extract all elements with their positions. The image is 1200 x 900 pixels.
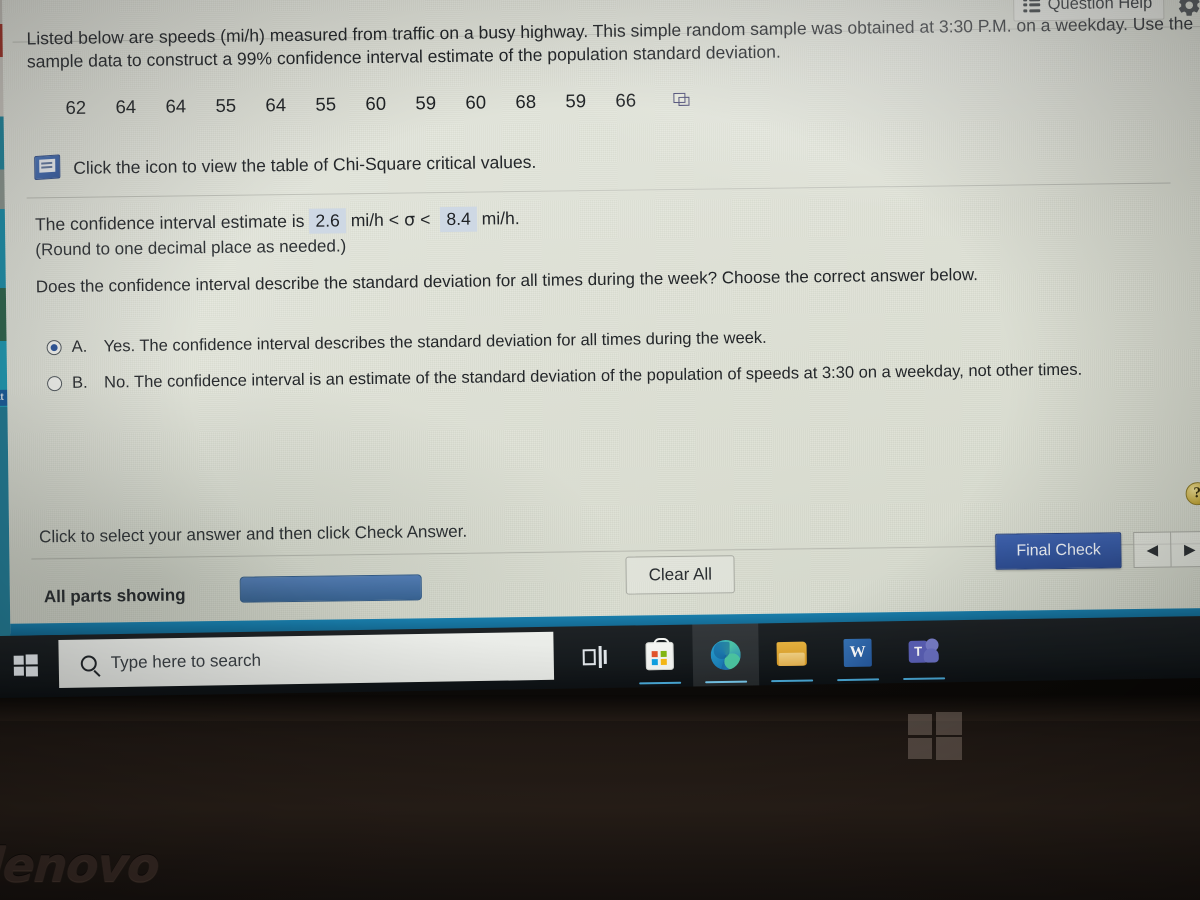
- file-explorer-icon[interactable]: [758, 622, 825, 685]
- radio-button-b[interactable]: [47, 376, 63, 392]
- choice-text-b: No. The confidence interval is an estima…: [103, 360, 1083, 392]
- book-icon[interactable]: [34, 154, 62, 182]
- data-value: 60: [465, 91, 487, 113]
- photograph-of-laptop-screen: lenovo at Question Help Listed below are…: [0, 0, 1200, 900]
- microsoft-teams-icon[interactable]: T: [890, 620, 957, 683]
- choice-text-a: Yes. The confidence interval describes t…: [103, 328, 767, 356]
- final-check-button[interactable]: Final Check: [995, 532, 1123, 570]
- taskbar-search-input[interactable]: Type here to search: [58, 631, 555, 689]
- answer-choice-b[interactable]: B. No. The confidence interval is an est…: [47, 361, 1082, 394]
- data-value: 64: [265, 94, 287, 116]
- answer-choice-a[interactable]: A. Yes. The confidence interval describe…: [46, 328, 767, 357]
- confidence-interval-line: The confidence interval estimate is 2.6 …: [35, 206, 520, 237]
- section-divider: [26, 182, 1171, 199]
- popout-to-spreadsheet-icon[interactable]: [673, 92, 690, 107]
- previous-question-button[interactable]: ◀: [1133, 531, 1172, 569]
- search-placeholder: Type here to search: [110, 650, 262, 673]
- all-parts-showing-label: All parts showing: [43, 585, 186, 607]
- lower-unit-label: mi/h: [350, 209, 384, 231]
- check-answer-button[interactable]: [239, 574, 422, 603]
- next-question-button[interactable]: ▶: [1171, 531, 1200, 568]
- lenovo-brand-logo: lenovo: [0, 838, 161, 893]
- laptop-screen: at Question Help Listed below are speeds…: [0, 0, 1200, 710]
- inequality-left: <: [388, 209, 400, 230]
- windows-start-icon[interactable]: [2, 645, 49, 686]
- rounding-note: (Round to one decimal place as needed.): [35, 236, 347, 260]
- search-icon: [80, 655, 97, 672]
- sample-data-row: 62 64 64 55 64 55 60 59 60 68 59 66: [65, 89, 690, 119]
- data-value: 59: [565, 90, 587, 112]
- microsoft-store-icon[interactable]: [626, 625, 693, 688]
- problem-prompt: Listed below are speeds (mi/h) measured …: [26, 13, 1194, 72]
- data-value: 55: [315, 93, 337, 115]
- microsoft-edge-icon[interactable]: [692, 623, 760, 687]
- instruction-hint: Click to select your answer and then cli…: [38, 521, 468, 547]
- data-value: 59: [415, 92, 437, 114]
- windows-logo-emblem: [908, 712, 962, 760]
- radio-button-a[interactable]: [46, 340, 62, 356]
- task-view-icon[interactable]: [560, 626, 627, 689]
- sigma-symbol: σ: [403, 210, 416, 231]
- laptop-keyboard-deck: [0, 695, 1200, 900]
- taskbar-icon-group: W T: [560, 620, 957, 689]
- word-letter: W: [843, 638, 872, 667]
- data-value: 66: [615, 89, 637, 111]
- upper-unit-label: mi/h.: [481, 208, 520, 229]
- inequality-right: <: [420, 209, 431, 230]
- data-value: 68: [515, 90, 537, 113]
- sub-question-text: Does the confidence interval describe th…: [35, 265, 979, 297]
- microsoft-word-icon[interactable]: W: [824, 621, 891, 684]
- mymathlab-exercise-pane: Question Help Listed below are speeds (m…: [2, 0, 1200, 634]
- data-value: 55: [215, 94, 237, 117]
- help-badge-icon[interactable]: ?: [1185, 482, 1200, 506]
- data-value: 62: [65, 96, 87, 118]
- lower-bound-input[interactable]: 2.6: [309, 208, 346, 234]
- chi-square-table-link[interactable]: Click the icon to view the table of Chi-…: [34, 149, 536, 182]
- choice-letter-b: B.: [71, 373, 88, 392]
- data-value: 64: [165, 95, 187, 117]
- choice-letter-a: A.: [71, 337, 88, 356]
- clear-all-button[interactable]: Clear All: [625, 555, 736, 595]
- ci-prefix-label: The confidence interval estimate is: [34, 210, 305, 235]
- upper-bound-input[interactable]: 8.4: [440, 206, 477, 233]
- chi-square-table-label: Click the icon to view the table of Chi-…: [73, 151, 537, 178]
- list-icon: [1023, 0, 1041, 12]
- data-value: 64: [115, 96, 137, 118]
- data-value: 60: [365, 92, 387, 115]
